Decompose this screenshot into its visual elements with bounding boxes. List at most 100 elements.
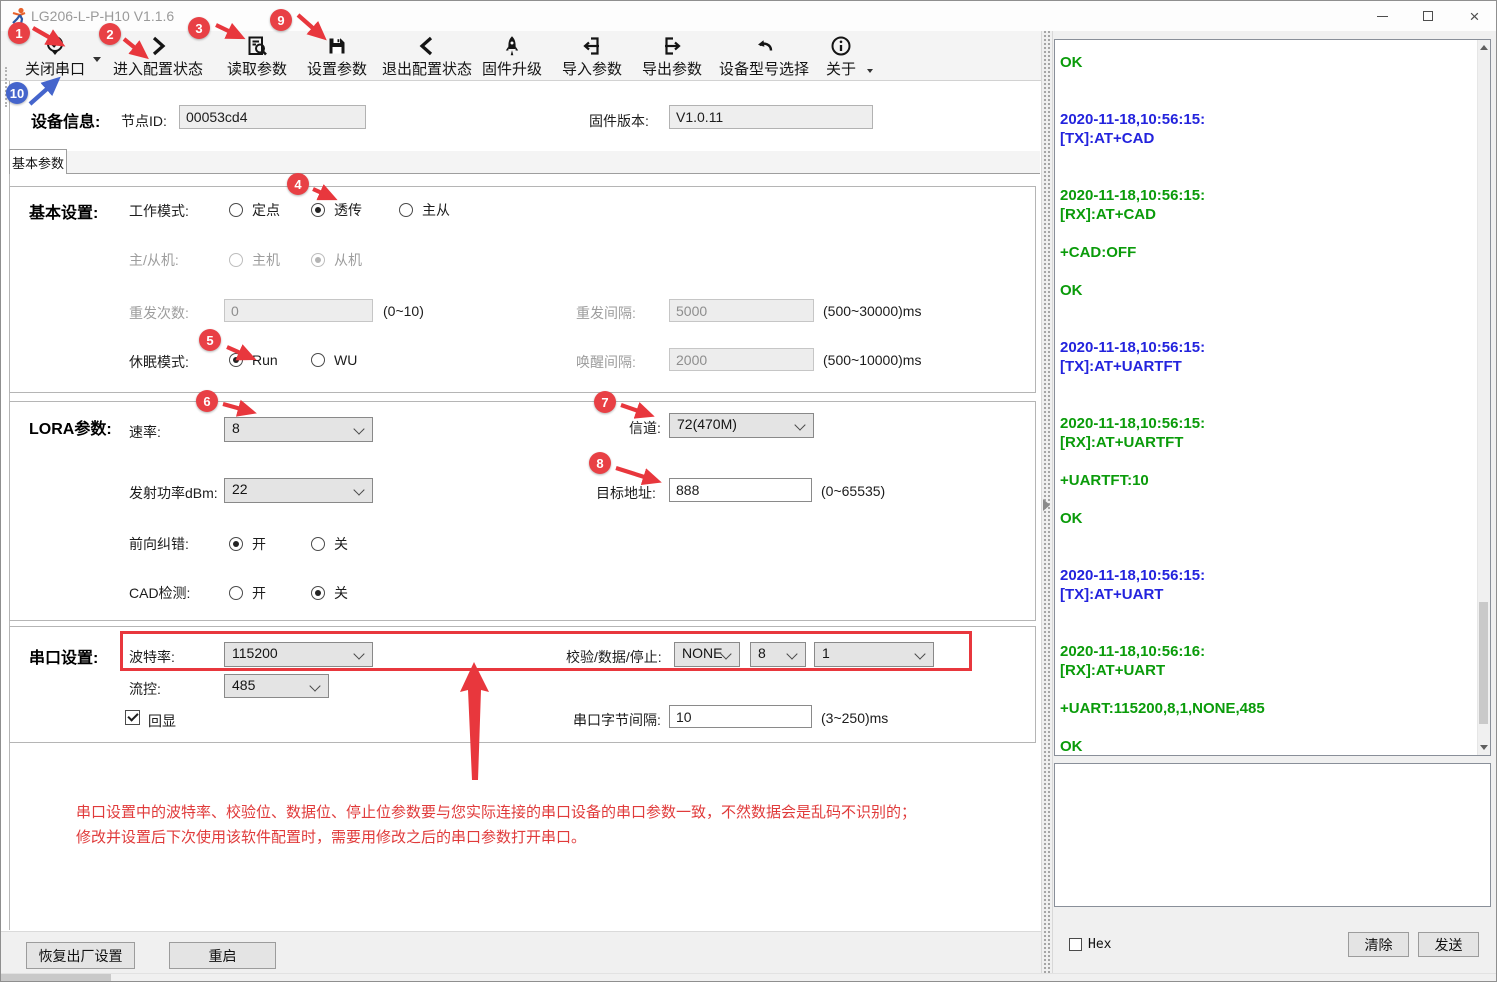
toolbar-device-model-button[interactable]: 设备型号选择 [712, 34, 816, 79]
radio-label: 透传 [334, 200, 362, 220]
window-title: LG206-L-P-H10 V1.1.6 [31, 8, 174, 24]
toolbar-exit-config-button[interactable]: 退出配置状态 [379, 34, 475, 79]
rocket-icon [500, 34, 524, 58]
resend-interval-range: (500~30000)ms [823, 303, 921, 319]
radio-label: 主机 [252, 250, 280, 270]
radio-sleep-run[interactable]: Run [229, 352, 278, 368]
save-params-icon [325, 34, 349, 58]
target-addr-label: 目标地址: [596, 483, 656, 503]
log-content: OK2020-11-18,10:56:15:[TX]:AT+CAD2020-11… [1060, 53, 1470, 756]
restore-factory-button[interactable]: 恢复出厂设置 [26, 942, 135, 969]
tx-power-select[interactable]: 22 [224, 478, 373, 503]
splitter-collapse-icon[interactable] [1043, 499, 1050, 511]
firmware-field[interactable] [669, 105, 873, 129]
channel-label: 信道: [629, 418, 661, 438]
radio-fec-on[interactable]: 开 [229, 534, 266, 554]
flow-control-label: 流控: [129, 679, 161, 699]
rate-select[interactable]: 8 [224, 417, 373, 442]
toolbar-set-params-button[interactable]: 设置参数 [298, 34, 376, 79]
radio-work-mode-master-slave[interactable]: 主从 [399, 200, 450, 220]
toolbar-item-label: 设备型号选择 [719, 58, 809, 79]
port-dropdown-caret-icon[interactable] [93, 57, 101, 62]
tx-power-label: 发射功率dBm: [129, 483, 218, 503]
radio-fec-off[interactable]: 关 [311, 534, 348, 554]
radio-label: 开 [252, 583, 266, 603]
annotation-badge-7: 7 [594, 391, 616, 413]
annotation-badge-8: 8 [589, 452, 611, 474]
radio-dot [399, 203, 413, 217]
select-value: 115200 [232, 645, 278, 661]
cad-label: CAD检测: [129, 583, 190, 603]
log-entry: OK [1060, 53, 1470, 72]
toolbar-enter-config-button[interactable]: 进入配置状态 [102, 34, 214, 79]
wake-interval-field [669, 348, 814, 371]
chevron-left-icon [415, 34, 439, 58]
clear-button[interactable]: 清除 [1348, 932, 1409, 957]
toolbar-about-button[interactable]: 关于 [819, 34, 863, 79]
reboot-button[interactable]: 重启 [169, 942, 276, 969]
log-scrollbar-thumb[interactable] [1479, 602, 1488, 724]
import-icon [580, 34, 604, 58]
undo-arrow-icon [752, 34, 776, 58]
app-window: LG206-L-P-H10 V1.1.6 × 关闭串口 进入配置状态 读取参数 … [0, 0, 1497, 982]
baud-label: 波特率: [129, 647, 175, 667]
pin-check-icon [43, 34, 67, 58]
serial-note-line1: 串口设置中的波特率、校验位、数据位、停止位参数要与您实际连接的串口设备的串口参数… [76, 801, 916, 822]
echo-checkbox[interactable] [125, 710, 140, 725]
send-input[interactable] [1054, 763, 1491, 907]
lora-params-title: LORA参数: [29, 415, 112, 439]
log-entry: +UARTFT:10 [1060, 471, 1470, 490]
radio-work-mode-transparent[interactable]: 透传 [311, 200, 362, 220]
wake-interval-range: (500~10000)ms [823, 352, 921, 368]
target-addr-field[interactable] [669, 478, 812, 502]
radio-sleep-wu[interactable]: WU [311, 352, 357, 368]
radio-cad-off[interactable]: 关 [311, 583, 348, 603]
parity-select[interactable]: NONE [674, 642, 740, 667]
log-scroll-up-icon[interactable] [1477, 40, 1490, 55]
radio-label: 从机 [334, 250, 362, 270]
select-value: 22 [232, 481, 248, 497]
log-scroll-down-icon[interactable] [1477, 740, 1490, 755]
toolbar-close-port-button[interactable]: 关闭串口 [15, 34, 95, 79]
annotation-badge-5: 5 [199, 329, 221, 351]
select-value: 1 [822, 645, 830, 661]
toolbar-firmware-upgrade-button[interactable]: 固件升级 [474, 34, 550, 79]
channel-select[interactable]: 72(470M) [669, 413, 814, 438]
tab-strip [10, 151, 1040, 174]
tab-basic-params[interactable]: 基本参数 [9, 149, 67, 174]
toolbar-export-params-button[interactable]: 导出参数 [634, 34, 710, 79]
about-dropdown-caret-icon[interactable] [867, 69, 873, 73]
chevron-right-icon [146, 34, 170, 58]
fec-label: 前向纠错: [129, 534, 189, 554]
toolbar-read-params-button[interactable]: 读取参数 [218, 34, 296, 79]
close-button[interactable]: × [1451, 1, 1497, 31]
data-bits-select[interactable]: 8 [750, 642, 806, 667]
baud-select[interactable]: 115200 [224, 642, 373, 667]
stop-bits-select[interactable]: 1 [814, 642, 934, 667]
basic-settings-title: 基本设置: [29, 199, 98, 223]
resend-count-range: (0~10) [383, 303, 424, 319]
radio-dot [311, 353, 325, 367]
flow-control-select[interactable]: 485 [224, 674, 329, 698]
maximize-icon [1423, 11, 1433, 21]
horizontal-scrollbar[interactable] [1, 973, 1497, 982]
radio-cad-on[interactable]: 开 [229, 583, 266, 603]
log-entry: 2020-11-18,10:56:16:[RX]:AT+UART [1060, 642, 1470, 680]
radio-dot [311, 203, 325, 217]
send-button[interactable]: 发送 [1418, 932, 1479, 957]
toolbar-item-label: 进入配置状态 [113, 58, 203, 79]
byte-interval-field[interactable] [669, 705, 812, 728]
byte-interval-label: 串口字节间隔: [573, 710, 661, 730]
serial-settings-title: 串口设置: [29, 644, 98, 668]
log-entry: OK [1060, 509, 1470, 528]
radio-label: 定点 [252, 200, 280, 220]
radio-work-mode-fixed[interactable]: 定点 [229, 200, 280, 220]
maximize-button[interactable] [1405, 1, 1451, 31]
minimize-button[interactable] [1359, 1, 1405, 31]
toolbar-import-params-button[interactable]: 导入参数 [554, 34, 630, 79]
node-id-field[interactable] [179, 105, 366, 129]
tab-label: 基本参数 [12, 153, 64, 172]
hex-checkbox[interactable] [1069, 938, 1082, 951]
resend-interval-label: 重发间隔: [576, 303, 636, 323]
horizontal-scrollbar-thumb[interactable] [1, 974, 111, 982]
